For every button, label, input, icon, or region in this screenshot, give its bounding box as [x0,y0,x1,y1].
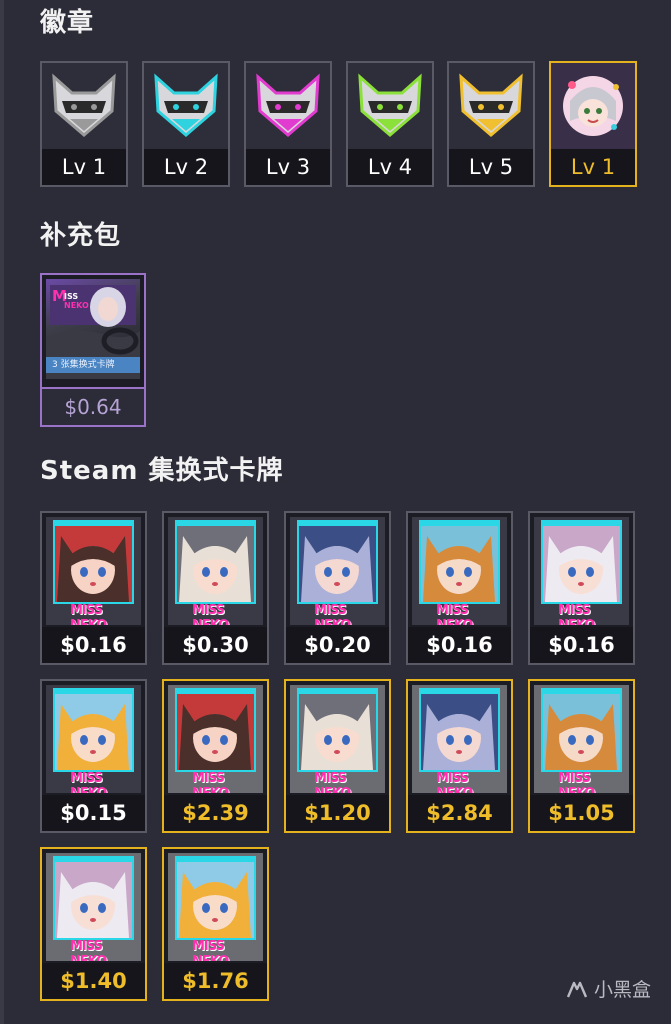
watermark-text: 小黑盒 [593,979,651,1001]
badge-lv-2[interactable]: Lv 2 [142,61,230,187]
card-price: $2.39 [164,795,267,831]
card-price: $0.20 [286,627,389,663]
svg-text:ISS: ISS [64,292,78,301]
card-price: $0.16 [408,627,511,663]
card-logo: MISS NEKO [70,603,107,625]
card-logo: MISS NEKO [558,603,595,625]
card-art: MISS NEKO [168,685,263,793]
fox-badge-magenta-icon [246,63,330,149]
card-logo: MISS NEKO [192,771,229,793]
badge-level-label: Lv 1 [551,149,635,185]
badge-level-label: Lv 5 [449,149,533,185]
trading-card[interactable]: MISS NEKO$0.15 [40,679,147,833]
card-art: MISS NEKO [46,517,141,625]
card-logo: MISS NEKO [192,603,229,625]
foil-trading-card[interactable]: MISS NEKO$1.20 [284,679,391,833]
card-price: $1.05 [530,795,633,831]
badge-level-label: Lv 2 [144,149,228,185]
badge-lv-5[interactable]: Lv 5 [447,61,535,187]
card-art: MISS NEKO [534,517,629,625]
trading-card[interactable]: MISS NEKO$0.16 [406,511,513,665]
card-logo: MISS NEKO [314,603,351,625]
booster-section-title: 补充包 [40,221,122,251]
card-logo: MISS NEKO [192,939,229,961]
svg-text:NEKO: NEKO [64,301,89,310]
card-price: $0.16 [42,627,145,663]
card-art: MISS NEKO [412,685,507,793]
badge-lv-6[interactable]: Lv 1 [549,61,637,187]
foil-trading-card[interactable]: MISS NEKO$2.39 [162,679,269,833]
foil-badge-chibi-icon [551,63,635,149]
card-price: $0.30 [164,627,267,663]
foil-trading-card[interactable]: MISS NEKO$1.76 [162,847,269,1001]
foil-trading-card[interactable]: MISS NEKO$2.84 [406,679,513,833]
fox-badge-green-icon [348,63,432,149]
card-art: MISS NEKO [534,685,629,793]
card-logo: MISS NEKO [70,939,107,961]
badge-lv-1[interactable]: Lv 1 [40,61,128,187]
badge-level-label: Lv 3 [246,149,330,185]
fox-badge-cyan-icon [144,63,228,149]
card-art: MISS NEKO [46,853,141,961]
trading-card[interactable]: MISS NEKO$0.16 [528,511,635,665]
badge-lv-4[interactable]: Lv 4 [346,61,434,187]
badges-section-title: 徽章 [40,8,95,38]
card-logo: MISS NEKO [436,603,473,625]
card-art: MISS NEKO [290,685,385,793]
booster-pack-price: $0.64 [42,387,144,425]
card-art: MISS NEKO [46,685,141,793]
card-price: $1.76 [164,963,267,999]
card-price: $1.20 [286,795,389,831]
card-art: MISS NEKO [412,517,507,625]
badge-lv-3[interactable]: Lv 3 [244,61,332,187]
left-rail [0,0,4,1024]
card-logo: MISS NEKO [558,771,595,793]
fox-badge-gold-icon [449,63,533,149]
card-logo: MISS NEKO [436,771,473,793]
watermark: 小黑盒 [566,975,651,1002]
foil-trading-card[interactable]: MISS NEKO$1.40 [40,847,147,1001]
card-logo: MISS NEKO [314,771,351,793]
booster-pack[interactable]: M ISS NEKO 3 张集换式卡牌 $0.64 [40,273,146,427]
booster-pack-label: 3 张集换式卡牌 [46,357,140,373]
fox-badge-gray-icon [42,63,126,149]
xiaoheihe-logo-icon [566,981,588,997]
card-art: MISS NEKO [168,853,263,961]
badge-level-label: Lv 4 [348,149,432,185]
card-price: $2.84 [408,795,511,831]
card-price: $0.15 [42,795,145,831]
card-price: $0.16 [530,627,633,663]
badge-level-label: Lv 1 [42,149,126,185]
card-art: MISS NEKO [290,517,385,625]
trading-card[interactable]: MISS NEKO$0.20 [284,511,391,665]
card-logo: MISS NEKO [70,771,107,793]
card-price: $1.40 [42,963,145,999]
cards-section-title: Steam 集换式卡牌 [40,456,284,486]
booster-pack-art: M ISS NEKO 3 张集换式卡牌 [46,279,140,379]
foil-trading-card[interactable]: MISS NEKO$1.05 [528,679,635,833]
card-art: MISS NEKO [168,517,263,625]
trading-card[interactable]: MISS NEKO$0.30 [162,511,269,665]
trading-card[interactable]: MISS NEKO$0.16 [40,511,147,665]
